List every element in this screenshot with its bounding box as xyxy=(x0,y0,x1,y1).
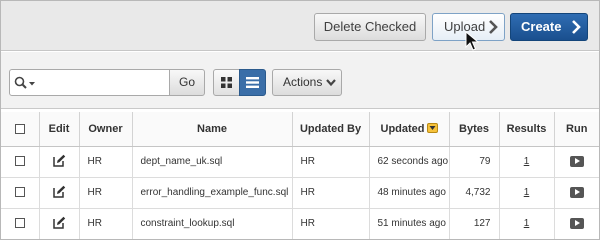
chevron-right-icon xyxy=(489,20,498,34)
search-icon[interactable] xyxy=(14,76,38,90)
run-icon[interactable] xyxy=(569,186,584,198)
updated-cell: 51 minutes ago xyxy=(369,208,450,239)
updated-cell: 48 minutes ago xyxy=(369,177,450,209)
row-select-cell xyxy=(1,208,40,239)
owner-cell: HR xyxy=(79,208,133,239)
column-header-run[interactable]: Run xyxy=(554,112,599,147)
report-toolbar: Go Actions xyxy=(1,52,599,109)
bytes-cell: 79 xyxy=(449,146,500,178)
table-row: HR error_handling_example_func.sql HR 48… xyxy=(1,177,599,209)
edit-cell xyxy=(39,177,80,209)
edit-icon[interactable] xyxy=(52,185,66,198)
column-header-bytes[interactable]: Bytes xyxy=(449,112,500,147)
run-cell xyxy=(554,146,599,178)
row-checkbox[interactable] xyxy=(14,187,25,198)
column-header-updated-label: Updated xyxy=(380,122,425,135)
bytes-cell: 4,732 xyxy=(449,177,500,209)
list-icon xyxy=(246,77,259,88)
row-select-cell xyxy=(1,177,40,209)
button-bar: Delete Checked Upload Create xyxy=(1,1,599,51)
run-icon[interactable] xyxy=(569,155,584,167)
run-icon[interactable] xyxy=(569,217,584,229)
updated-by-cell: HR xyxy=(292,208,370,239)
scripts-table: Edit Owner Name Updated By Updated Bytes… xyxy=(1,112,599,239)
results-cell: 1 xyxy=(499,208,555,239)
name-cell: error_handling_example_func.sql xyxy=(132,177,293,209)
results-cell: 1 xyxy=(499,177,555,209)
results-cell: 1 xyxy=(499,146,555,178)
sql-scripts-region: Delete Checked Upload Create Go Actions … xyxy=(0,0,600,240)
report-view-button[interactable] xyxy=(239,69,266,96)
select-all-checkbox[interactable] xyxy=(14,123,25,134)
edit-icon[interactable] xyxy=(52,216,66,229)
actions-menu-button[interactable]: Actions xyxy=(272,69,342,96)
actions-label: Actions xyxy=(283,75,323,89)
chevron-down-icon xyxy=(326,79,336,87)
column-header-name[interactable]: Name xyxy=(132,112,293,147)
results-link[interactable]: 1 xyxy=(524,187,530,198)
row-checkbox[interactable] xyxy=(14,156,25,167)
table-header-row: Edit Owner Name Updated By Updated Bytes… xyxy=(1,112,599,147)
run-cell xyxy=(554,177,599,209)
column-header-owner[interactable]: Owner xyxy=(79,112,133,147)
run-cell xyxy=(554,208,599,239)
column-header-updated[interactable]: Updated xyxy=(369,112,450,147)
row-checkbox[interactable] xyxy=(14,218,25,229)
column-header-edit[interactable]: Edit xyxy=(39,112,80,147)
create-button[interactable]: Create xyxy=(510,13,588,41)
owner-cell: HR xyxy=(79,146,133,178)
table-row: HR dept_name_uk.sql HR 62 seconds ago 79… xyxy=(1,146,599,178)
updated-by-cell: HR xyxy=(292,146,370,178)
owner-cell: HR xyxy=(79,177,133,209)
name-cell: constraint_lookup.sql xyxy=(132,208,293,239)
name-cell: dept_name_uk.sql xyxy=(132,146,293,178)
sort-desc-icon[interactable] xyxy=(426,122,438,133)
select-all-header xyxy=(1,112,40,147)
results-link[interactable]: 1 xyxy=(524,218,530,229)
edit-icon[interactable] xyxy=(52,154,66,167)
search-field[interactable] xyxy=(9,69,170,96)
create-button-label: Create xyxy=(521,19,562,34)
updated-cell: 62 seconds ago xyxy=(369,146,450,178)
updated-by-cell: HR xyxy=(292,177,370,209)
row-select-cell xyxy=(1,146,40,178)
column-header-updated-by[interactable]: Updated By xyxy=(292,112,370,147)
column-header-results[interactable]: Results xyxy=(499,112,555,147)
icon-view-button[interactable] xyxy=(213,69,240,96)
table-row: HR constraint_lookup.sql HR 51 minutes a… xyxy=(1,208,599,239)
go-button[interactable]: Go xyxy=(169,69,205,96)
grid-icon xyxy=(221,77,232,88)
edit-cell xyxy=(39,208,80,239)
delete-checked-button[interactable]: Delete Checked xyxy=(314,13,426,41)
chevron-right-icon xyxy=(572,20,581,34)
mouse-pointer-icon xyxy=(465,31,479,51)
edit-cell xyxy=(39,146,80,178)
results-link[interactable]: 1 xyxy=(524,156,530,167)
bytes-cell: 127 xyxy=(449,208,500,239)
